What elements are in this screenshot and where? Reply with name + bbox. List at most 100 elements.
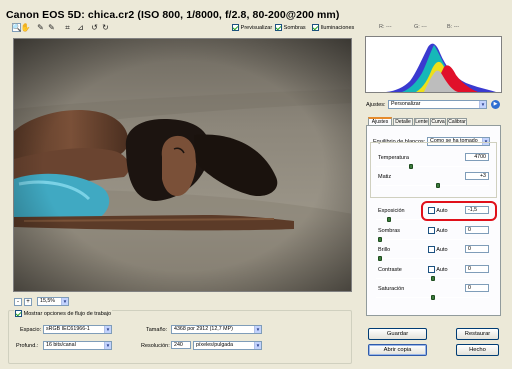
exposure-highlight-ring bbox=[421, 201, 497, 221]
shadows-auto-toggle[interactable]: Auto bbox=[428, 227, 448, 234]
shadows-label: Sombras bbox=[378, 228, 401, 234]
color-space-value: sRGB IEC61966-1 bbox=[46, 326, 90, 332]
preview-label: Previsualizar bbox=[240, 25, 273, 32]
size-label: Tamaño: bbox=[146, 327, 168, 333]
resolution-input[interactable]: 240 bbox=[171, 341, 191, 349]
temperature-slider-track[interactable] bbox=[376, 166, 489, 167]
shadows-clipping-toggle[interactable]: Sombras bbox=[275, 24, 306, 31]
settings-value: Personalizar bbox=[391, 101, 421, 107]
resolution-label: Resolución: bbox=[141, 343, 170, 349]
rotate-left-icon[interactable]: ↺ bbox=[90, 23, 99, 32]
tab-calibrate[interactable]: Calibrar bbox=[447, 118, 467, 125]
size-select[interactable]: 4368 por 2912 (12,7 MP) ▼ bbox=[171, 325, 262, 334]
hand-tool-icon[interactable]: ✋ bbox=[21, 23, 31, 32]
shadows-slider-thumb[interactable] bbox=[378, 237, 383, 242]
shadows-clipping-checkbox[interactable] bbox=[275, 24, 282, 31]
reset-button[interactable]: Restaurar bbox=[456, 328, 499, 340]
chevron-down-icon: ▼ bbox=[61, 298, 68, 305]
contrast-auto-checkbox[interactable] bbox=[428, 266, 435, 273]
tint-input[interactable]: +3 bbox=[465, 172, 489, 180]
image-preview[interactable] bbox=[13, 38, 352, 292]
preview-toggle[interactable]: Previsualizar bbox=[232, 24, 272, 31]
zoom-in-button[interactable]: + bbox=[24, 298, 32, 306]
tab-detail[interactable]: Detalle bbox=[393, 118, 413, 125]
straighten-tool-icon[interactable]: ⊿ bbox=[76, 23, 85, 32]
shadows-clipping-label: Sombras bbox=[283, 25, 306, 32]
tint-slider-thumb[interactable] bbox=[435, 183, 440, 188]
color-space-label: Espacio: bbox=[20, 327, 42, 333]
green-readout: G: --- bbox=[414, 24, 427, 30]
saturation-input[interactable]: 0 bbox=[465, 284, 489, 292]
tab-adjustments[interactable]: Ajustes bbox=[368, 117, 392, 125]
chevron-down-icon: ▼ bbox=[254, 326, 261, 333]
rotate-right-icon[interactable]: ↻ bbox=[101, 23, 110, 32]
chevron-down-icon: ▼ bbox=[479, 101, 486, 108]
crop-tool-icon[interactable]: ⌗ bbox=[63, 23, 72, 32]
save-button[interactable]: Guardar bbox=[368, 328, 427, 340]
highlights-clipping-checkbox[interactable] bbox=[312, 24, 319, 31]
shadows-input[interactable]: 0 bbox=[465, 226, 489, 234]
temperature-input[interactable]: 4700 bbox=[465, 153, 489, 161]
brightness-slider-thumb[interactable] bbox=[378, 256, 383, 261]
saturation-label: Saturación bbox=[378, 286, 405, 292]
temperature-slider-thumb[interactable] bbox=[408, 164, 413, 169]
workflow-options-toggle[interactable]: Mostrar opciones de flujo de trabajo bbox=[14, 310, 113, 318]
brightness-input[interactable]: 0 bbox=[465, 245, 489, 253]
temperature-label: Temperatura bbox=[378, 155, 409, 161]
blue-readout: B: --- bbox=[447, 24, 460, 30]
bit-depth-label: Profund.: bbox=[16, 343, 39, 349]
preview-checkbox[interactable] bbox=[232, 24, 239, 31]
shadows-auto-label: Auto bbox=[435, 228, 448, 235]
settings-label: Ajustes: bbox=[366, 102, 386, 108]
red-readout: R: --- bbox=[379, 24, 392, 30]
shadows-auto-checkbox[interactable] bbox=[428, 227, 435, 234]
contrast-auto-label: Auto bbox=[435, 267, 448, 274]
brightness-slider-track[interactable] bbox=[376, 258, 489, 259]
contrast-input[interactable]: 0 bbox=[465, 265, 489, 273]
exposure-slider-thumb[interactable] bbox=[386, 217, 391, 222]
histogram-graph bbox=[386, 43, 496, 92]
histogram bbox=[365, 36, 502, 93]
chevron-down-icon: ▼ bbox=[254, 342, 261, 349]
zoom-level-select[interactable]: 15,5% ▼ bbox=[37, 297, 69, 306]
zoom-level-value: 15,5% bbox=[40, 298, 56, 304]
contrast-label: Contraste bbox=[378, 267, 402, 273]
chevron-down-icon: ▼ bbox=[104, 326, 111, 333]
color-space-select[interactable]: sRGB IEC61966-1 ▼ bbox=[43, 325, 112, 334]
preview-photo bbox=[14, 39, 351, 291]
brightness-auto-toggle[interactable]: Auto bbox=[428, 246, 448, 253]
saturation-slider-thumb[interactable] bbox=[430, 295, 435, 300]
bit-depth-select[interactable]: 16 bits/canal ▼ bbox=[43, 341, 112, 350]
size-value: 4368 por 2912 (12,7 MP) bbox=[174, 326, 233, 332]
color-sampler-tool-icon[interactable]: ✎ bbox=[47, 23, 56, 32]
white-balance-tool-icon[interactable]: ✎ bbox=[36, 23, 45, 32]
bit-depth-value: 16 bits/canal bbox=[46, 342, 76, 348]
open-copy-button[interactable]: Abrir copia bbox=[368, 344, 427, 356]
done-button[interactable]: Hecho bbox=[456, 344, 499, 356]
tint-label: Matiz bbox=[378, 174, 392, 180]
workflow-options-checkbox[interactable] bbox=[15, 310, 22, 317]
exposure-label: Exposición bbox=[378, 208, 405, 214]
resolution-unit-select[interactable]: píxeles/pulgada ▼ bbox=[193, 341, 262, 350]
camera-raw-window: Canon EOS 5D: chica.cr2 (ISO 800, 1/8000… bbox=[0, 0, 512, 369]
brightness-auto-checkbox[interactable] bbox=[428, 246, 435, 253]
resolution-unit-value: píxeles/pulgada bbox=[196, 342, 234, 348]
white-balance-group bbox=[370, 142, 497, 198]
workflow-options-group bbox=[8, 310, 352, 364]
workflow-options-label: Mostrar opciones de flujo de trabajo bbox=[23, 311, 112, 318]
tab-curve[interactable]: Curva bbox=[430, 118, 446, 125]
contrast-auto-toggle[interactable]: Auto bbox=[428, 266, 448, 273]
tint-slider-track[interactable] bbox=[376, 185, 489, 186]
highlights-clipping-toggle[interactable]: Iluminaciones bbox=[312, 24, 354, 31]
chevron-down-icon: ▼ bbox=[104, 342, 111, 349]
window-title: Canon EOS 5D: chica.cr2 (ISO 800, 1/8000… bbox=[6, 9, 340, 21]
shadows-slider-track[interactable] bbox=[376, 239, 489, 240]
settings-select[interactable]: Personalizar ▼ bbox=[388, 100, 487, 109]
settings-menu-icon[interactable]: ▶ bbox=[491, 100, 500, 109]
brightness-label: Brillo bbox=[378, 247, 391, 253]
tab-lens[interactable]: Lente bbox=[414, 118, 429, 125]
highlights-clipping-label: Iluminaciones bbox=[320, 25, 355, 32]
zoom-out-button[interactable]: - bbox=[14, 298, 22, 306]
contrast-slider-thumb[interactable] bbox=[430, 276, 435, 281]
brightness-auto-label: Auto bbox=[435, 247, 448, 254]
